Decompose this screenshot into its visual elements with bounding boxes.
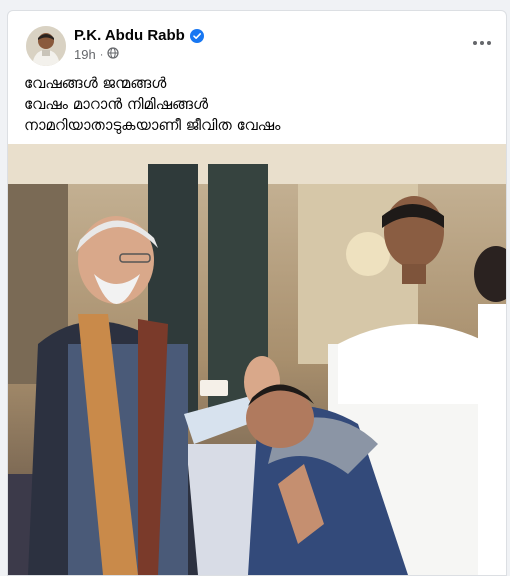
author-row: P.K. Abdu Rabb — [74, 27, 204, 44]
caption-line: വേഷം മാറാൻ നിമിഷങ്ങൾ — [24, 95, 209, 113]
post-photo[interactable] — [8, 144, 506, 575]
meta-separator: · — [99, 48, 104, 61]
more-options-icon[interactable] — [468, 31, 496, 55]
caption-line: വേഷങ്ങൾ ജന്മങ്ങൾ — [24, 74, 167, 92]
avatar-image — [26, 26, 66, 66]
post-timestamp[interactable]: 19h — [74, 47, 96, 62]
avatar[interactable] — [26, 26, 66, 66]
post-card: P.K. Abdu Rabb 19h · വേഷങ്ങൾ ജന്മങ്ങൾ വേ… — [7, 10, 507, 576]
caption-line: നാമറിയാതാടുകയാണീ ജീവിത വേഷം — [24, 116, 281, 134]
globe-icon[interactable] — [107, 47, 119, 62]
post-caption: വേഷങ്ങൾ ജന്മങ്ങൾ വേഷം മാറാൻ നിമിഷങ്ങൾ നാ… — [24, 73, 490, 136]
post-meta: 19h · — [74, 47, 119, 62]
author-name[interactable]: P.K. Abdu Rabb — [74, 27, 185, 44]
verified-badge-icon — [189, 28, 204, 43]
post-photo-image — [8, 144, 506, 575]
